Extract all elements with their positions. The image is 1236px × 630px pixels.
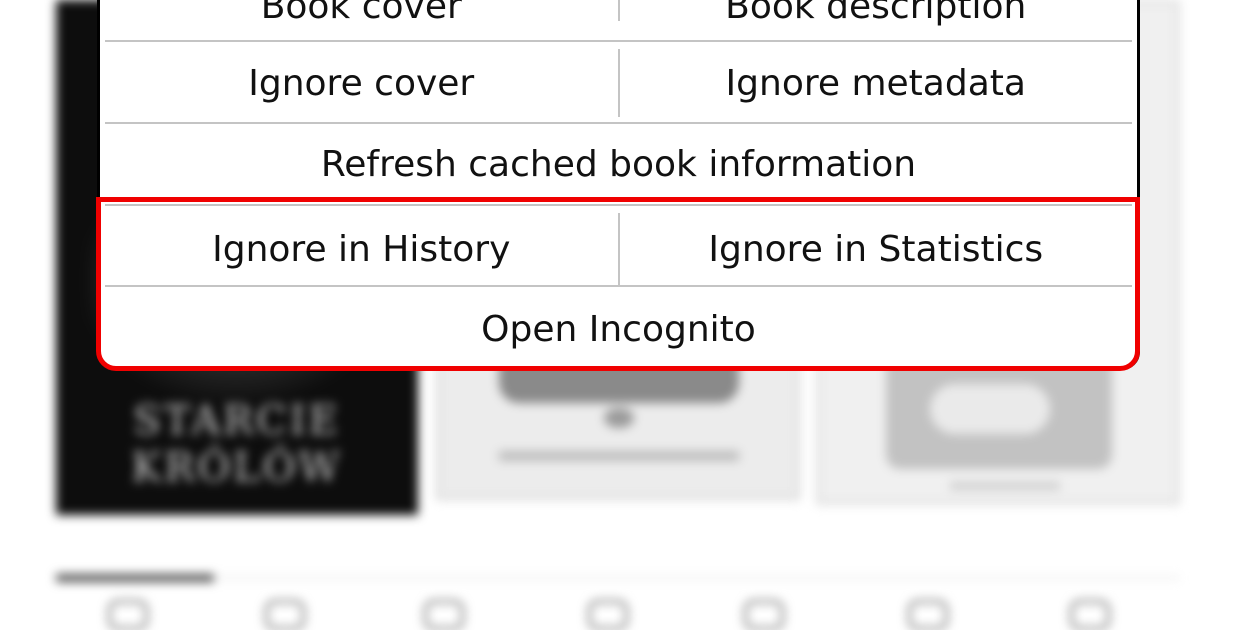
search-icon[interactable] <box>1070 600 1110 630</box>
refresh-cached-info-button[interactable]: Refresh cached book information <box>105 125 1132 203</box>
book-actions-dialog: Book cover Book description Ignore cover… <box>97 0 1140 370</box>
home-icon[interactable] <box>424 600 464 630</box>
row-separator <box>105 285 1132 287</box>
cover-illustration-detail <box>930 384 1050 434</box>
tools-icon[interactable] <box>908 600 948 630</box>
book-description-button[interactable]: Book description <box>620 0 1133 35</box>
ignore-metadata-button[interactable]: Ignore metadata <box>620 45 1133 121</box>
library-icon[interactable] <box>108 600 148 630</box>
dialog-row-cover-description: Book cover Book description <box>105 0 1132 35</box>
book-cover-button[interactable]: Book cover <box>105 0 618 35</box>
row-separator <box>105 40 1132 42</box>
page-progress-indicator <box>56 574 214 582</box>
ignore-cover-button[interactable]: Ignore cover <box>105 45 618 121</box>
cover-emblem <box>604 408 634 428</box>
bottom-divider <box>56 577 1180 579</box>
row-separator <box>105 122 1132 124</box>
dialog-row-incognito: Open Incognito <box>105 289 1132 369</box>
settings-icon[interactable] <box>588 600 628 630</box>
ignore-in-history-button[interactable]: Ignore in History <box>105 209 618 289</box>
cover-title-line1: STARCIE <box>133 398 341 444</box>
open-incognito-button[interactable]: Open Incognito <box>105 289 1132 369</box>
cover-author-line <box>499 451 739 461</box>
folder-icon[interactable] <box>744 600 784 630</box>
dialog-row-refresh: Refresh cached book information <box>105 125 1132 203</box>
row-separator <box>105 204 1132 206</box>
cover-author-line <box>950 482 1060 490</box>
history-icon[interactable] <box>265 600 305 630</box>
ignore-in-statistics-button[interactable]: Ignore in Statistics <box>620 209 1133 289</box>
dialog-row-history-statistics: Ignore in History Ignore in Statistics <box>105 209 1132 289</box>
cover-title-line2: KRÓLÓW <box>131 445 343 491</box>
dialog-row-ignore: Ignore cover Ignore metadata <box>105 45 1132 121</box>
